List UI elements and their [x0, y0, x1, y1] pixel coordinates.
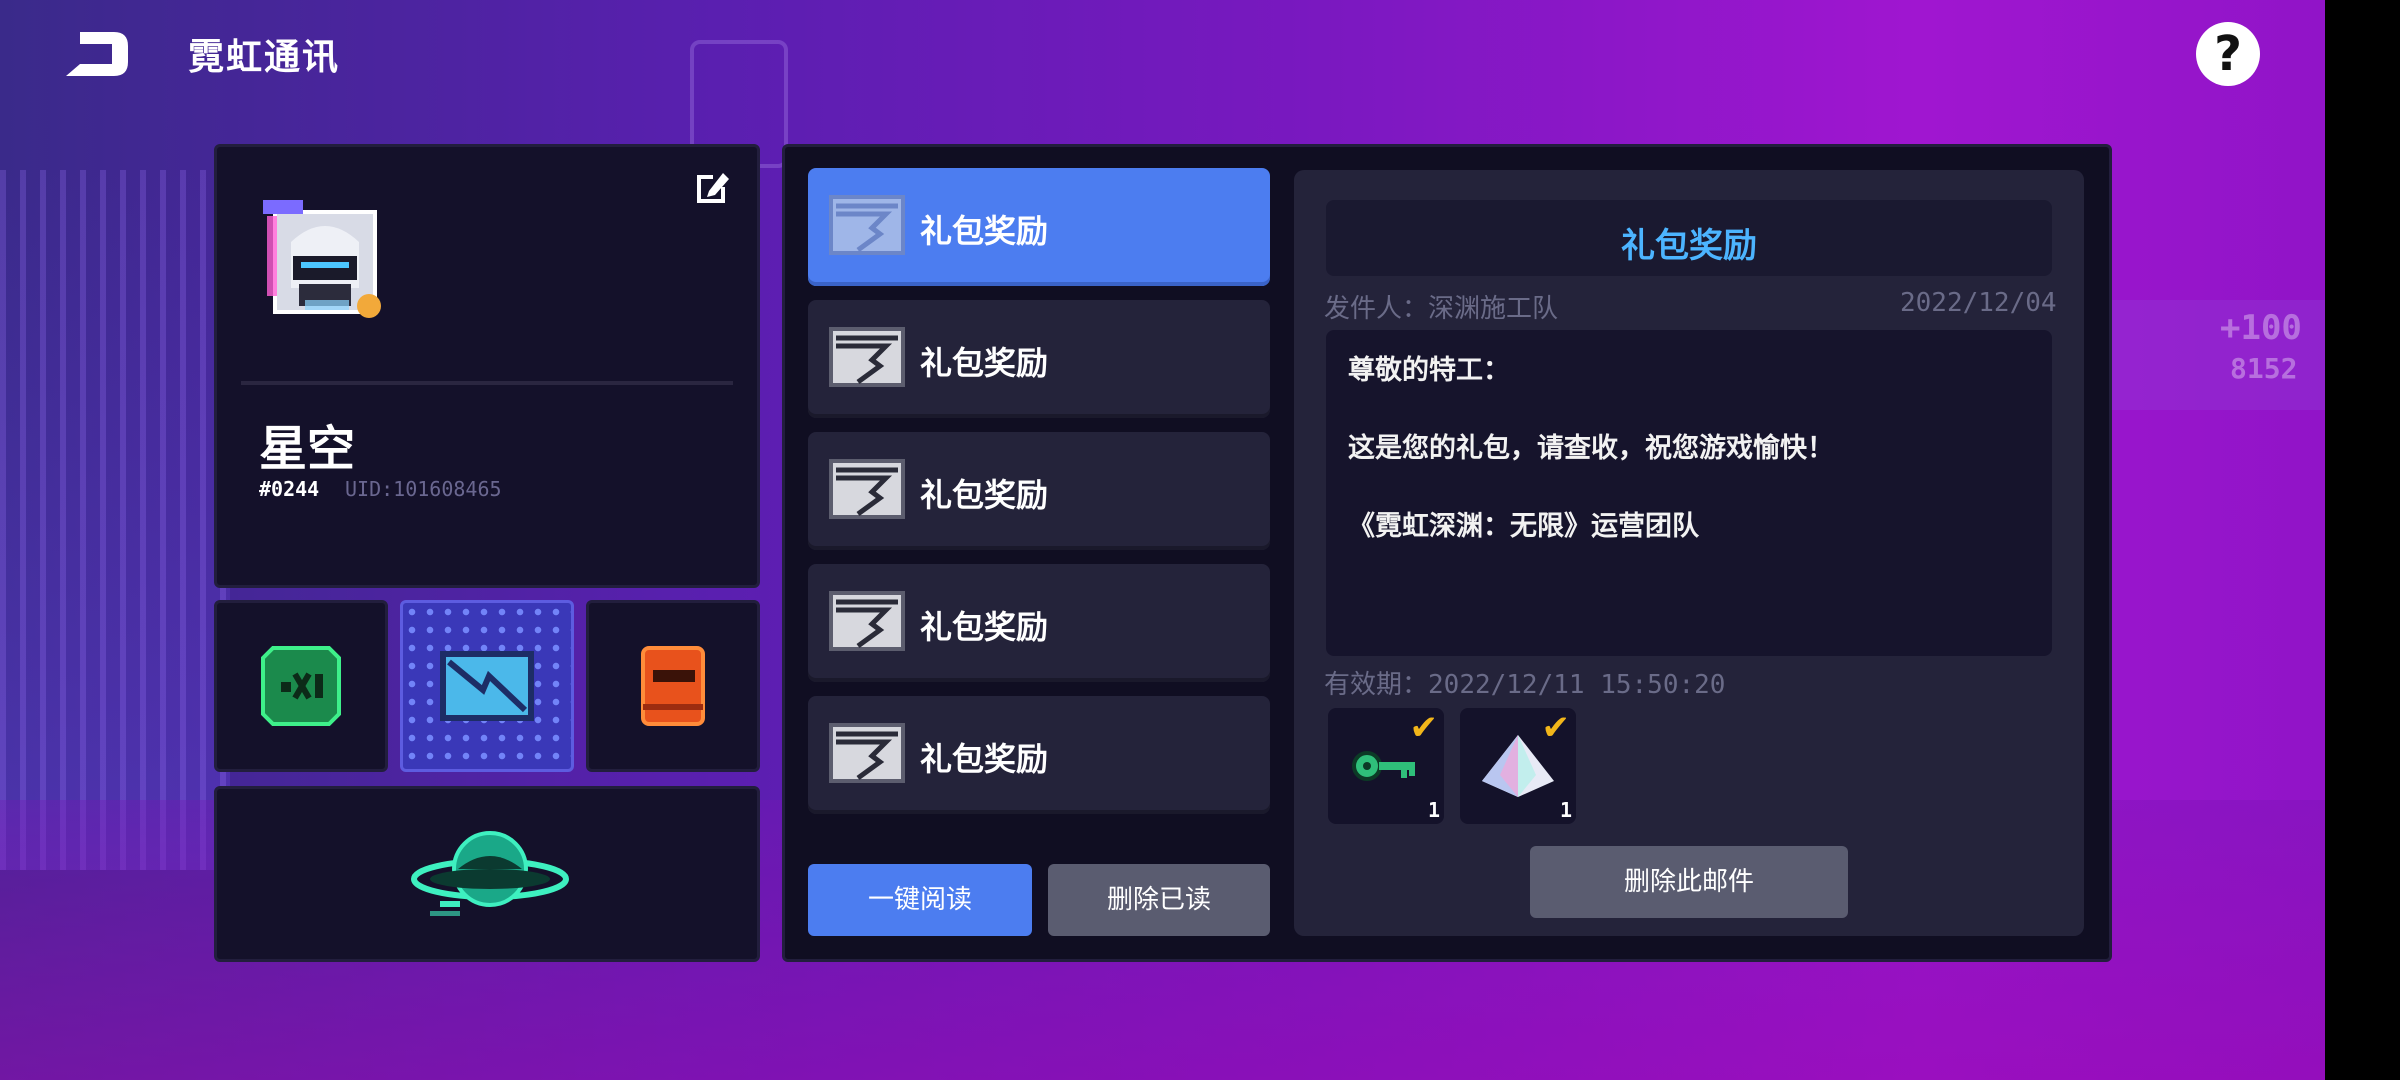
mail-date: 2022/12/04	[1900, 288, 2057, 318]
portal-planet-icon	[411, 831, 569, 916]
reward-item[interactable]: ✔ 1	[1328, 708, 1444, 824]
delete-mail-button[interactable]: 删除此邮件	[1530, 846, 1848, 918]
delete-read-button[interactable]: 删除已读	[1048, 864, 1270, 936]
key-icon	[1352, 751, 1415, 781]
mail-envelope-icon	[829, 459, 905, 519]
back-arrow-icon	[66, 32, 128, 76]
mail-expiry: 有效期：2022/12/11 15:50:20	[1324, 664, 1725, 701]
mail-item-label: 礼包奖励	[920, 212, 1049, 250]
mail-body-line: 这是您的礼包，请查收，祝您游戏愉快！	[1348, 433, 1834, 464]
mail-item-label: 礼包奖励	[920, 740, 1049, 778]
avatar-robot-icon	[263, 200, 381, 318]
mail-list-item[interactable]: 礼包奖励	[808, 432, 1270, 550]
mail-body: 尊敬的特工： 这是您的礼包，请查收，祝您游戏愉快！ 《霓虹深渊：无限》运营团队	[1326, 330, 2052, 656]
mail-body-line: 《霓虹深渊：无限》运营团队	[1348, 511, 1699, 542]
mail-item-label: 礼包奖励	[920, 344, 1049, 382]
read-all-button[interactable]: 一键阅读	[808, 864, 1032, 936]
portal-card[interactable]	[214, 786, 760, 962]
mail-envelope-icon	[829, 591, 905, 651]
background-city	[0, 170, 230, 870]
profile-divider	[241, 381, 733, 385]
claimed-check-icon: ✔	[1409, 708, 1439, 748]
edit-profile-button[interactable]	[693, 167, 733, 207]
mail-list-item[interactable]: 礼包奖励	[808, 168, 1270, 286]
claimed-check-icon: ✔	[1541, 708, 1571, 748]
edit-icon	[697, 173, 729, 203]
reward-item[interactable]: ✔ 1	[1460, 708, 1576, 824]
mail-sender: 发件人：深渊施工队	[1324, 294, 1559, 324]
expiry-value: 2022/12/11 15:50:20	[1428, 670, 1726, 700]
mail-body-line: 尊敬的特工：	[1348, 355, 1510, 386]
mail-envelope-icon	[829, 195, 905, 255]
mail-detail-header: 礼包奖励	[1326, 200, 2052, 276]
help-button[interactable]: ?	[2196, 22, 2260, 86]
player-uid: UID:101608465	[345, 477, 502, 501]
orange-book-icon	[641, 646, 705, 726]
mail-list-item[interactable]: 礼包奖励	[808, 564, 1270, 682]
tab-mail[interactable]	[400, 600, 574, 772]
mail-list-item[interactable]: 礼包奖励	[808, 696, 1270, 814]
background-score-text: +100	[2220, 308, 2302, 348]
mail-envelope-icon	[829, 723, 905, 783]
green-chip-icon	[261, 646, 341, 726]
tab-rewards[interactable]	[214, 600, 388, 772]
tab-journal[interactable]	[586, 600, 760, 772]
mail-envelope-icon	[440, 651, 534, 721]
background-score-sub: 8152	[2230, 352, 2298, 385]
screen-edge-bar	[2325, 0, 2400, 1080]
profile-card: 星空 #0244 UID:101608465	[214, 144, 760, 588]
mail-envelope-icon	[829, 327, 905, 387]
expiry-label: 有效期：	[1324, 670, 1429, 700]
mail-detail-title: 礼包奖励	[1621, 226, 1757, 266]
reward-quantity: 1	[1427, 798, 1440, 822]
mail-list-item[interactable]: 礼包奖励	[808, 300, 1270, 418]
player-name: 星空	[259, 421, 356, 477]
background-score-display: +100 8152	[2110, 300, 2330, 410]
avatar[interactable]	[257, 192, 392, 327]
mail-item-label: 礼包奖励	[920, 476, 1049, 514]
player-tag: #0244	[259, 477, 320, 501]
page-title: 霓虹通讯	[188, 37, 341, 78]
reward-quantity: 1	[1559, 798, 1572, 822]
mail-item-label: 礼包奖励	[920, 608, 1049, 646]
back-button[interactable]	[56, 28, 136, 80]
